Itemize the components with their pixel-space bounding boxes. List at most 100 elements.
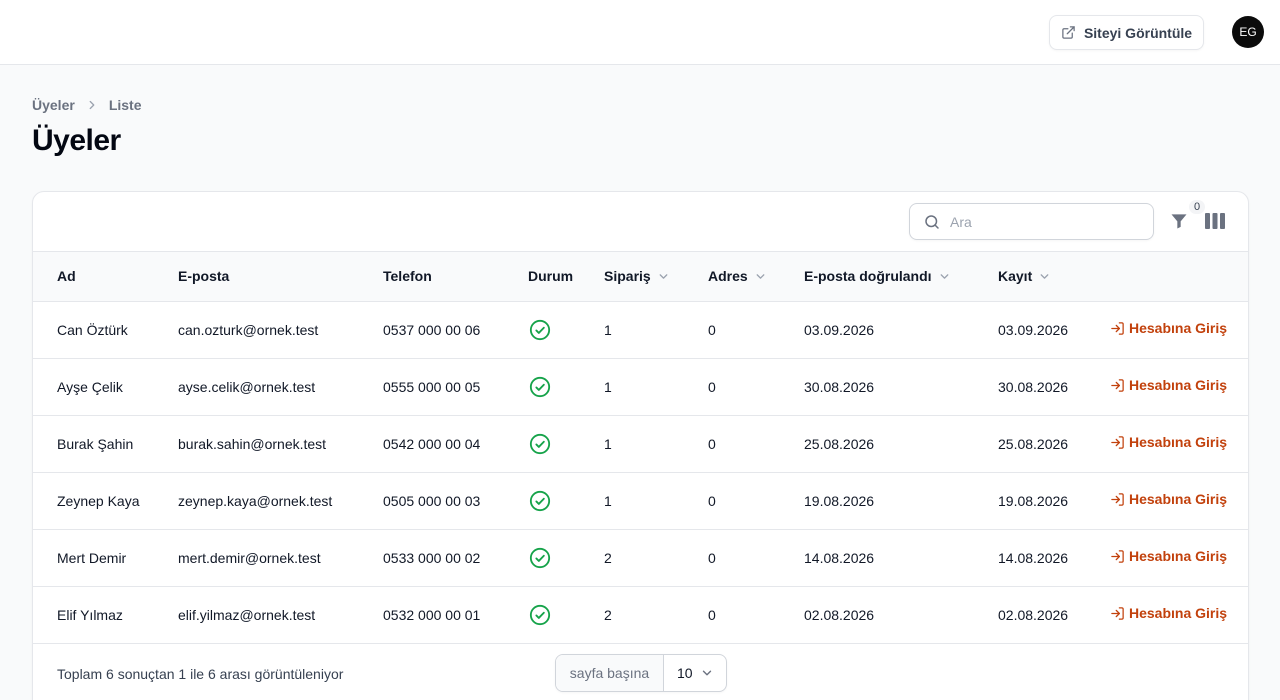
column-header-name: Ad — [33, 252, 178, 302]
column-header-registered[interactable]: Kayıt — [998, 252, 1110, 302]
table-row[interactable]: Elif Yılmaz elif.yilmaz@ornek.test 0532 00… — [33, 586, 1248, 643]
cell-email-verified: 02.08.2026 — [804, 606, 875, 623]
search-icon — [925, 214, 939, 229]
cell-registered: 03.09.2026 — [998, 321, 1069, 338]
view-site-button[interactable]: Siteyi Görüntüle — [1049, 15, 1204, 50]
impersonate-login-link[interactable]: Hesabına Giriş — [1110, 605, 1227, 621]
impersonate-login-link[interactable]: Hesabına Giriş — [1110, 320, 1227, 336]
search-box[interactable] — [909, 203, 1154, 240]
column-header-orders[interactable]: Sipariş — [604, 252, 708, 302]
impersonate-login-label: Hesabına Giriş — [1129, 320, 1228, 337]
impersonate-login-link[interactable]: Hesabına Giriş — [1110, 434, 1227, 450]
per-page-select[interactable]: 10 — [664, 655, 726, 691]
column-header-actions — [1110, 252, 1248, 302]
per-page-value: 10 — [677, 665, 693, 681]
column-header-status: Durum — [528, 252, 604, 302]
cell-phone: 0542 000 00 04 — [383, 435, 481, 452]
external-link-icon — [1062, 26, 1075, 39]
table-body: Can Öztürk can.ozturk@ornek.test 0537 000 … — [33, 301, 1248, 643]
check-circle-icon — [529, 319, 551, 340]
per-page-control[interactable]: sayfa başına 10 — [555, 654, 727, 692]
cell-orders: 1 — [604, 435, 612, 452]
cell-name: Can Öztürk — [57, 321, 128, 338]
table-footer: Toplam 6 sonuçtan 1 ile 6 arası görüntül… — [33, 643, 1248, 700]
table-header-row: Ad E-posta Telefon Durum Sipariş Adres E… — [33, 252, 1248, 302]
sort-chevron-icon — [1040, 273, 1049, 279]
check-circle-icon — [529, 490, 551, 511]
members-table: Ad E-posta Telefon Durum Sipariş Adres E… — [33, 252, 1248, 644]
cell-registered: 25.08.2026 — [998, 435, 1069, 452]
cell-name: Mert Demir — [57, 549, 127, 566]
impersonate-login-link[interactable]: Hesabına Giriş — [1110, 491, 1227, 507]
impersonate-login-link[interactable]: Hesabına Giriş — [1110, 377, 1227, 393]
cell-address: 0 — [708, 435, 716, 452]
cell-actions: Hesabına Giriş — [1110, 529, 1248, 586]
cell-orders: 2 — [604, 549, 612, 566]
cell-email: zeynep.kaya@ornek.test — [178, 492, 333, 509]
cell-email-verified: 03.09.2026 — [804, 321, 875, 338]
cell-registered: 14.08.2026 — [998, 549, 1069, 566]
login-icon — [1111, 550, 1124, 563]
cell-registered: 19.08.2026 — [998, 492, 1069, 509]
filter-count-badge: 0 — [1189, 200, 1205, 214]
cell-address: 0 — [708, 492, 716, 509]
table-row[interactable]: Can Öztürk can.ozturk@ornek.test 0537 000 … — [33, 301, 1248, 358]
search-input[interactable] — [950, 213, 1130, 230]
breadcrumb-root-link[interactable]: Üyeler — [32, 97, 75, 113]
cell-actions: Hesabına Giriş — [1110, 301, 1248, 358]
column-header-phone: Telefon — [383, 252, 528, 302]
cell-actions: Hesabına Giriş — [1110, 415, 1248, 472]
login-icon — [1111, 436, 1124, 449]
table-row[interactable]: Burak Şahin burak.sahin@ornek.test 0542 00… — [33, 415, 1248, 472]
table-row[interactable]: Ayşe Çelik ayse.celik@ornek.test 0555 000 … — [33, 358, 1248, 415]
cell-email: ayse.celik@ornek.test — [178, 378, 316, 395]
cell-phone: 0532 000 00 01 — [383, 606, 481, 623]
cell-status — [528, 586, 604, 643]
view-site-label: Siteyi Görüntüle — [1083, 24, 1193, 41]
table-row[interactable]: Mert Demir mert.demir@ornek.test 0533 000 … — [33, 529, 1248, 586]
user-avatar[interactable]: EG — [1232, 16, 1264, 48]
cell-phone: 0537 000 00 06 — [383, 321, 481, 338]
breadcrumb: Üyeler Liste — [32, 97, 142, 113]
login-icon — [1111, 607, 1124, 620]
cell-phone: 0505 000 00 03 — [383, 492, 481, 509]
columns-icon[interactable] — [1205, 212, 1225, 230]
sort-chevron-icon — [659, 273, 668, 279]
impersonate-login-link[interactable]: Hesabına Giriş — [1110, 548, 1227, 564]
cell-name: Burak Şahin — [57, 435, 134, 452]
table-toolbar: 0 — [33, 192, 1248, 252]
cell-address: 0 — [708, 549, 716, 566]
cell-status — [528, 301, 604, 358]
check-circle-icon — [529, 433, 551, 454]
cell-status — [528, 358, 604, 415]
cell-actions: Hesabına Giriş — [1110, 472, 1248, 529]
cell-address: 0 — [708, 606, 716, 623]
impersonate-login-label: Hesabına Giriş — [1129, 605, 1228, 622]
chevron-down-icon — [702, 670, 712, 676]
column-header-email-verified[interactable]: E-posta doğrulandı — [804, 252, 998, 302]
cell-registered: 02.08.2026 — [998, 606, 1069, 623]
column-header-address[interactable]: Adres — [708, 252, 804, 302]
cell-email-verified: 19.08.2026 — [804, 492, 875, 509]
breadcrumb-current: Liste — [108, 97, 142, 113]
impersonate-login-label: Hesabına Giriş — [1129, 548, 1228, 565]
cell-address: 0 — [708, 378, 716, 395]
chevron-right-icon — [89, 100, 95, 110]
page-title: Üyeler — [32, 124, 121, 157]
cell-email: can.ozturk@ornek.test — [178, 321, 319, 338]
cell-status — [528, 415, 604, 472]
check-circle-icon — [529, 604, 551, 625]
cell-registered: 30.08.2026 — [998, 378, 1069, 395]
top-bar: Siteyi Görüntüle EG — [0, 0, 1280, 65]
filter-icon[interactable] — [1169, 211, 1189, 231]
sort-chevron-icon — [940, 273, 948, 279]
cell-status — [528, 529, 604, 586]
cell-actions: Hesabına Giriş — [1110, 586, 1248, 643]
table-row[interactable]: Zeynep Kaya zeynep.kaya@ornek.test 0505 00… — [33, 472, 1248, 529]
check-circle-icon — [529, 547, 551, 568]
cell-email-verified: 14.08.2026 — [804, 549, 875, 566]
column-header-email: E-posta — [178, 252, 383, 302]
cell-email: elif.yilmaz@ornek.test — [178, 606, 316, 623]
login-icon — [1111, 493, 1124, 506]
cell-orders: 1 — [604, 321, 612, 338]
